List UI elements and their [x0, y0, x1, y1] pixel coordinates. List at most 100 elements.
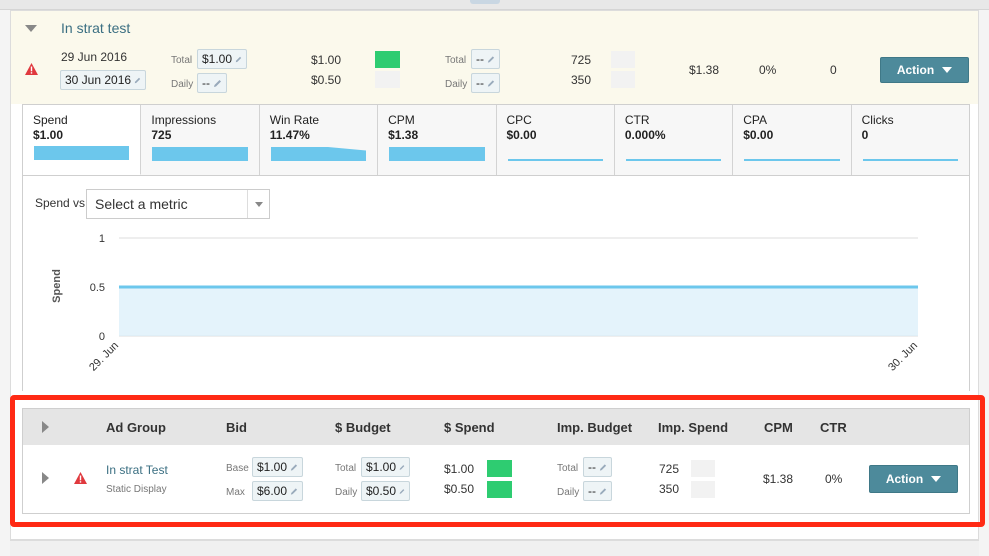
select-arrow — [247, 190, 269, 218]
imp-budget-daily-label: Daily — [557, 487, 580, 498]
tab-value: 11.47% — [269, 128, 310, 142]
imp-budget-daily-value: -- — [476, 76, 484, 90]
y-tick-label: 0 — [99, 331, 105, 343]
bid-max-label: Max — [226, 487, 245, 498]
bid-max-value: $6.00 — [257, 484, 288, 498]
sparkline-bar — [862, 159, 958, 161]
sparkline-bar — [389, 147, 485, 161]
budget-daily-value: -- — [202, 76, 210, 90]
end-date-field[interactable]: 30 Jun 2016 — [60, 70, 146, 90]
budget-total-value: $1.00 — [202, 52, 233, 66]
y-tick-label: 0.5 — [90, 282, 105, 294]
pencil-icon — [599, 487, 607, 495]
series-area — [119, 287, 918, 336]
ad-group-ctr: 0% — [825, 472, 843, 486]
pencil-icon — [599, 463, 607, 471]
imp-spend-daily-indicator — [691, 481, 715, 498]
tab-label: CPA — [743, 113, 768, 127]
ad-group-imp-budget-total-field[interactable]: -- — [583, 457, 612, 477]
ad-group-budget-daily-field[interactable]: $0.50 — [361, 481, 410, 501]
col-budget[interactable]: $ Budget — [335, 420, 391, 435]
pencil-icon — [399, 488, 405, 494]
col-ctr[interactable]: CTR — [820, 420, 847, 435]
tab-cpm[interactable]: CPM $1.38 — [378, 105, 497, 175]
spend-daily-indicator — [487, 481, 512, 498]
tab-value: $0.00 — [743, 128, 774, 142]
col-bid[interactable]: Bid — [226, 420, 247, 435]
impressions-total-indicator — [611, 51, 635, 68]
strategy-title[interactable]: In strat test — [61, 20, 130, 36]
impressions-total: 725 — [571, 53, 592, 67]
col-ad-group[interactable]: Ad Group — [106, 420, 166, 435]
imp-spend-total-indicator — [691, 460, 715, 477]
bid-base-field[interactable]: $1.00 — [252, 457, 303, 477]
ad-group-name-link[interactable]: In strat Test — [106, 463, 168, 477]
metric-select-value: Select a metric — [95, 196, 188, 212]
y-axis-label: Spend — [51, 269, 63, 303]
pencil-icon — [487, 55, 495, 63]
imp-budget-total-value: -- — [476, 52, 484, 66]
budget-daily-field[interactable]: -- — [197, 73, 227, 93]
compare-label: Spend vs. — [35, 196, 89, 210]
ad-group-type: Static Display — [106, 484, 167, 495]
next-strategy-row — [10, 540, 979, 556]
tab-cpa[interactable]: CPA $0.00 — [733, 105, 852, 175]
tab-impressions[interactable]: Impressions 725 — [141, 105, 260, 175]
strategy-action-button[interactable]: Action — [880, 57, 969, 83]
col-imp-spend[interactable]: Imp. Spend — [658, 420, 728, 435]
expand-all-chevron-icon[interactable] — [42, 421, 49, 433]
end-date-value: 30 Jun 2016 — [65, 73, 132, 87]
sparkline-bar — [625, 159, 722, 161]
budget-total-field[interactable]: $1.00 — [197, 49, 247, 69]
y-tick-label: 1 — [99, 233, 105, 245]
ad-group-budget-total-value: $1.00 — [366, 460, 397, 474]
tab-label: Win Rate — [269, 113, 320, 127]
impressions-daily-indicator — [611, 71, 635, 88]
tab-value: 725 — [151, 128, 172, 142]
strategy-ctr: 0% — [759, 63, 777, 77]
x-tick-label: 29. Jun — [87, 340, 121, 374]
spend-daily-indicator — [375, 71, 400, 88]
sparkline-bar — [270, 147, 367, 161]
spend-total-indicator — [487, 460, 512, 477]
tab-clicks[interactable]: Clicks 0 — [851, 105, 969, 175]
tab-value: $1.38 — [388, 128, 419, 142]
pencil-icon — [290, 463, 298, 471]
col-spend[interactable]: $ Spend — [444, 420, 495, 435]
tab-cpc[interactable]: CPC $0.00 — [496, 105, 615, 175]
expand-row-chevron-icon[interactable] — [42, 472, 49, 484]
metric-select[interactable]: Select a metric — [86, 189, 270, 219]
bid-max-field[interactable]: $6.00 — [252, 481, 303, 501]
tab-label: CPC — [506, 113, 532, 127]
budget-total-label: Total — [335, 463, 357, 474]
caret-down-icon — [931, 476, 942, 482]
warning-icon — [74, 472, 87, 484]
imp-budget-total-field[interactable]: -- — [471, 49, 500, 69]
tab-value: 0 — [861, 128, 869, 142]
spend-daily: $0.50 — [311, 73, 342, 87]
tab-spend[interactable]: Spend $1.00 — [23, 105, 142, 175]
bid-base-value: $1.00 — [257, 460, 288, 474]
ad-group-spend-total: $1.00 — [444, 462, 475, 476]
collapse-chevron-icon[interactable] — [25, 25, 37, 32]
action-label: Action — [896, 63, 935, 77]
ad-group-budget-total-field[interactable]: $1.00 — [361, 457, 410, 477]
tab-value: $0.00 — [506, 128, 537, 142]
ad-group-action-button[interactable]: Action — [869, 465, 958, 493]
tab-label: CPM — [388, 113, 415, 127]
pencil-icon — [290, 487, 298, 495]
top-strip — [0, 0, 989, 10]
col-imp-budget[interactable]: Imp. Budget — [557, 420, 632, 435]
metric-tabs: Spend $1.00 Impressions 725 Win Rate 11.… — [22, 104, 970, 176]
strategy-cpm: $1.38 — [689, 63, 720, 77]
bid-base-label: Base — [226, 463, 249, 474]
tab-ctr[interactable]: CTR 0.000% — [614, 105, 734, 175]
pencil-icon — [134, 77, 141, 83]
tab-win-rate[interactable]: Win Rate 11.47% — [259, 105, 379, 175]
budget-total-label: Total — [171, 55, 193, 66]
ad-group-imp-budget-daily-field[interactable]: -- — [583, 481, 612, 501]
pencil-icon — [487, 79, 495, 87]
sparkline-bar — [152, 147, 248, 161]
imp-budget-daily-field[interactable]: -- — [471, 73, 500, 93]
col-cpm[interactable]: CPM — [764, 420, 793, 435]
